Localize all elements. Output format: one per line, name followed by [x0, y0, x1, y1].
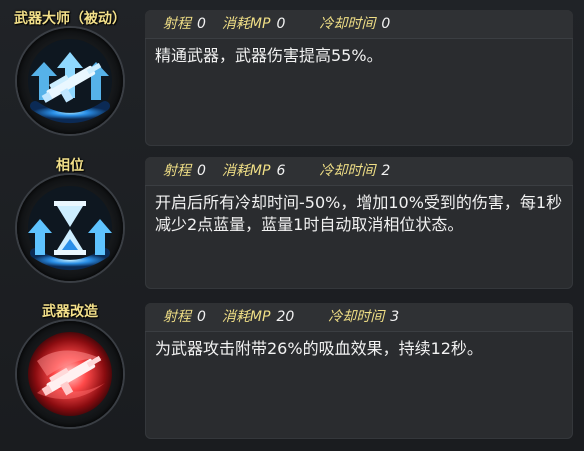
weapon-upgrade-icon[interactable]: [17, 28, 123, 134]
cooldown-value: 2: [381, 163, 391, 179]
mp-label: 消耗MP: [221, 163, 271, 179]
skill-stats: 射程 0 消耗MP 20 冷却时间 3: [145, 303, 573, 332]
range-value: 0: [197, 163, 206, 179]
mp-label: 消耗MP: [221, 309, 271, 325]
skill-card: 射程 0 消耗MP 0 冷却时间 0 精通武器，武器伤害提高55%。: [145, 10, 573, 146]
skill-description: 为武器攻击附带26%的吸血效果，持续12秒。: [155, 339, 483, 358]
cooldown-label: 冷却时间: [319, 16, 376, 32]
range-value: 0: [197, 16, 206, 32]
skill-name: 武器大师（被动）: [14, 11, 126, 27]
cooldown-value: 3: [390, 309, 400, 325]
range-value: 0: [197, 309, 206, 325]
mp-value: 0: [276, 16, 286, 32]
blood-weapon-icon[interactable]: [17, 321, 123, 427]
skill-stats: 射程 0 消耗MP 6 冷却时间 2: [145, 157, 573, 186]
skill-panel: 武器大师（被动） 射程 0 消耗MP 0 冷却时间 0 精通武器，武器伤害提高5…: [0, 0, 584, 451]
skill-name: 相位: [56, 158, 84, 174]
mp-value: 20: [276, 309, 295, 325]
cooldown-label: 冷却时间: [319, 163, 376, 179]
skill-name: 武器改造: [42, 304, 98, 320]
hourglass-phase-icon[interactable]: [17, 175, 123, 281]
cooldown-value: 0: [381, 16, 391, 32]
mp-label: 消耗MP: [221, 16, 271, 32]
skill-description: 精通武器，武器伤害提高55%。: [155, 46, 383, 65]
skill-card: 射程 0 消耗MP 6 冷却时间 2 开启后所有冷却时间-50%，增加10%受到的伤害，每…: [145, 157, 573, 289]
range-label: 射程: [163, 163, 191, 179]
skill-stats: 射程 0 消耗MP 0 冷却时间 0: [145, 10, 573, 39]
range-label: 射程: [163, 16, 191, 32]
range-label: 射程: [163, 309, 191, 325]
mp-value: 6: [276, 163, 286, 179]
skill-description: 开启后所有冷却时间-50%，增加10%受到的伤害，每1秒减少2点蓝量，蓝量1时自…: [155, 193, 563, 234]
skill-card: 射程 0 消耗MP 20 冷却时间 3 为武器攻击附带26%的吸血效果，持续12秒。: [145, 303, 573, 439]
cooldown-label: 冷却时间: [328, 309, 385, 325]
